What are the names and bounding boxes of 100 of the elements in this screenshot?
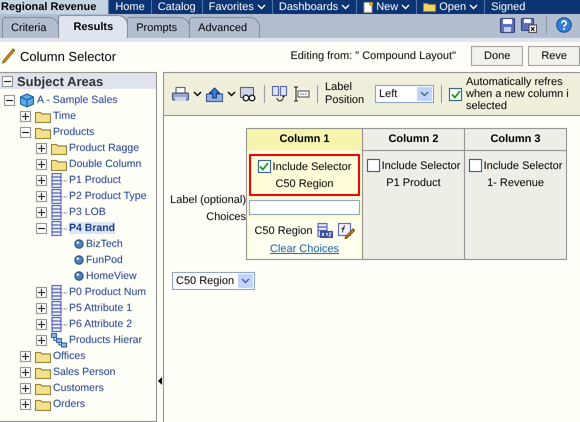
level-icon — [51, 188, 67, 204]
collapse-icon[interactable] — [2, 76, 13, 86]
tree-item[interactable]: Customers — [53, 382, 104, 394]
tree-item[interactable]: Product Ragge — [69, 142, 140, 154]
tree-item[interactable]: Time — [53, 110, 76, 122]
tab[interactable]: Criteria — [2, 17, 60, 38]
column-panel[interactable]: Column 2 Include Selector P1 Product — [362, 129, 464, 259]
column-values-icon[interactable] — [316, 223, 334, 239]
choice-text: C50 Region — [254, 225, 313, 237]
column-header: Column 1 — [247, 129, 362, 152]
help-icon[interactable] — [556, 17, 572, 33]
folder-icon — [35, 398, 51, 410]
expand-icon[interactable] — [36, 206, 47, 218]
collapse-icon[interactable] — [4, 94, 15, 106]
field-label: Choices — [206, 210, 246, 225]
tree-item[interactable]: A - Sample Sales — [37, 94, 118, 106]
expand-icon[interactable] — [20, 350, 31, 362]
export-icon[interactable] — [206, 86, 223, 102]
expand-icon[interactable] — [20, 382, 31, 394]
expand-icon[interactable] — [36, 318, 47, 330]
folder-icon — [35, 382, 51, 394]
level-icon — [51, 316, 67, 332]
caret-icon — [241, 278, 250, 284]
tree-item[interactable]: FunPod — [86, 254, 123, 266]
expand-icon[interactable] — [36, 302, 47, 314]
tree-item[interactable]: Products Hierar — [69, 334, 142, 346]
checkbox[interactable] — [468, 159, 482, 172]
expand-icon[interactable] — [36, 174, 47, 186]
caret-icon — [420, 91, 429, 97]
folder-icon — [35, 350, 51, 362]
expand-icon[interactable] — [36, 286, 47, 298]
checkbox[interactable] — [258, 160, 271, 173]
tree-item[interactable]: Products — [53, 126, 94, 138]
expand-icon[interactable] — [36, 158, 47, 170]
ball-icon — [74, 271, 84, 281]
field-label: Label (optional) — [170, 193, 246, 208]
tree-item[interactable]: P2 Product Type — [69, 190, 146, 202]
caret-icon — [227, 91, 236, 97]
label-input-field[interactable] — [249, 200, 360, 215]
collapse-icon[interactable] — [36, 222, 47, 234]
collapse-arrow-icon[interactable] — [157, 376, 163, 386]
pencil-icon — [2, 48, 15, 64]
panel-title: Column Selector — [20, 48, 116, 64]
header-button[interactable]: Done — [471, 46, 524, 66]
level-icon — [51, 220, 67, 236]
tree-item[interactable]: Double Column — [69, 158, 142, 170]
tree-item[interactable]: BizTech — [86, 238, 123, 250]
tree-item[interactable]: Offices — [53, 350, 86, 362]
text-field-icon[interactable] — [292, 86, 310, 102]
column-name: P1 Product — [386, 177, 441, 189]
expand-icon[interactable] — [36, 142, 47, 154]
tree-item[interactable]: Orders — [53, 398, 86, 410]
expand-icon[interactable] — [20, 398, 31, 410]
expand-icon[interactable] — [20, 110, 31, 122]
collapse-icon[interactable] — [20, 126, 31, 138]
tree-item[interactable]: Sales Person — [53, 366, 116, 378]
preview-icon[interactable] — [240, 86, 257, 102]
tree-item[interactable]: P3 LOB — [69, 206, 106, 218]
preview-dropdown[interactable]: C50 Region — [172, 272, 256, 290]
tab[interactable]: Results — [58, 15, 128, 38]
folder-icon — [51, 158, 67, 170]
columns-refresh-icon[interactable] — [272, 86, 288, 102]
folder-icon — [51, 142, 67, 154]
tree-item[interactable]: P4 Brand — [69, 222, 116, 234]
level-icon — [51, 284, 67, 300]
column-panel[interactable]: Column 1 Include Selector C50 Region C50 Region Clear Choices — [247, 129, 362, 259]
expand-icon[interactable] — [36, 334, 47, 346]
editing-source-text: Editing from: " Compound Layout" — [290, 50, 456, 62]
checkbox[interactable] — [449, 88, 462, 100]
level-icon — [51, 172, 67, 188]
column-panel[interactable]: Column 3 Include Selector 1- Revenue — [464, 129, 566, 259]
printer-icon[interactable] — [172, 86, 189, 102]
tree-item[interactable]: P1 Product — [69, 174, 121, 186]
auto-refresh-label: Automatically refres when a new column i selected — [466, 76, 569, 112]
app-title: Regional Revenue — [0, 0, 108, 14]
caret-icon — [193, 91, 202, 97]
save-as-icon[interactable] — [521, 18, 537, 32]
save-icon[interactable] — [500, 18, 515, 32]
hierarchy-icon — [51, 332, 67, 348]
tree-item[interactable]: P5 Attribute 1 — [69, 302, 132, 314]
ball-icon — [74, 255, 84, 265]
include-selector-label: Include Selector — [382, 160, 460, 172]
folder-icon — [35, 126, 51, 138]
expand-icon[interactable] — [36, 190, 47, 202]
clear-choices-link[interactable]: Clear Choices — [270, 243, 340, 255]
cube-icon — [19, 92, 35, 108]
formula-edit-icon[interactable] — [338, 223, 355, 239]
checkbox[interactable] — [366, 159, 380, 172]
folder-icon — [35, 110, 51, 122]
tree-item[interactable]: P0 Product Num — [69, 286, 146, 298]
tree-item[interactable]: P6 Attribute 2 — [69, 318, 132, 330]
include-selector-label: Include Selector — [272, 160, 352, 172]
include-selector-label: Include Selector — [484, 160, 562, 172]
header-button[interactable]: Reve — [528, 46, 580, 66]
ball-icon — [74, 239, 84, 249]
column-name: 1- Revenue — [487, 177, 544, 189]
tree-item[interactable]: HomeView — [86, 270, 137, 282]
expand-icon[interactable] — [20, 366, 31, 378]
label-position-dropdown[interactable]: Left — [375, 85, 434, 103]
tab[interactable]: Advanced — [189, 17, 260, 38]
